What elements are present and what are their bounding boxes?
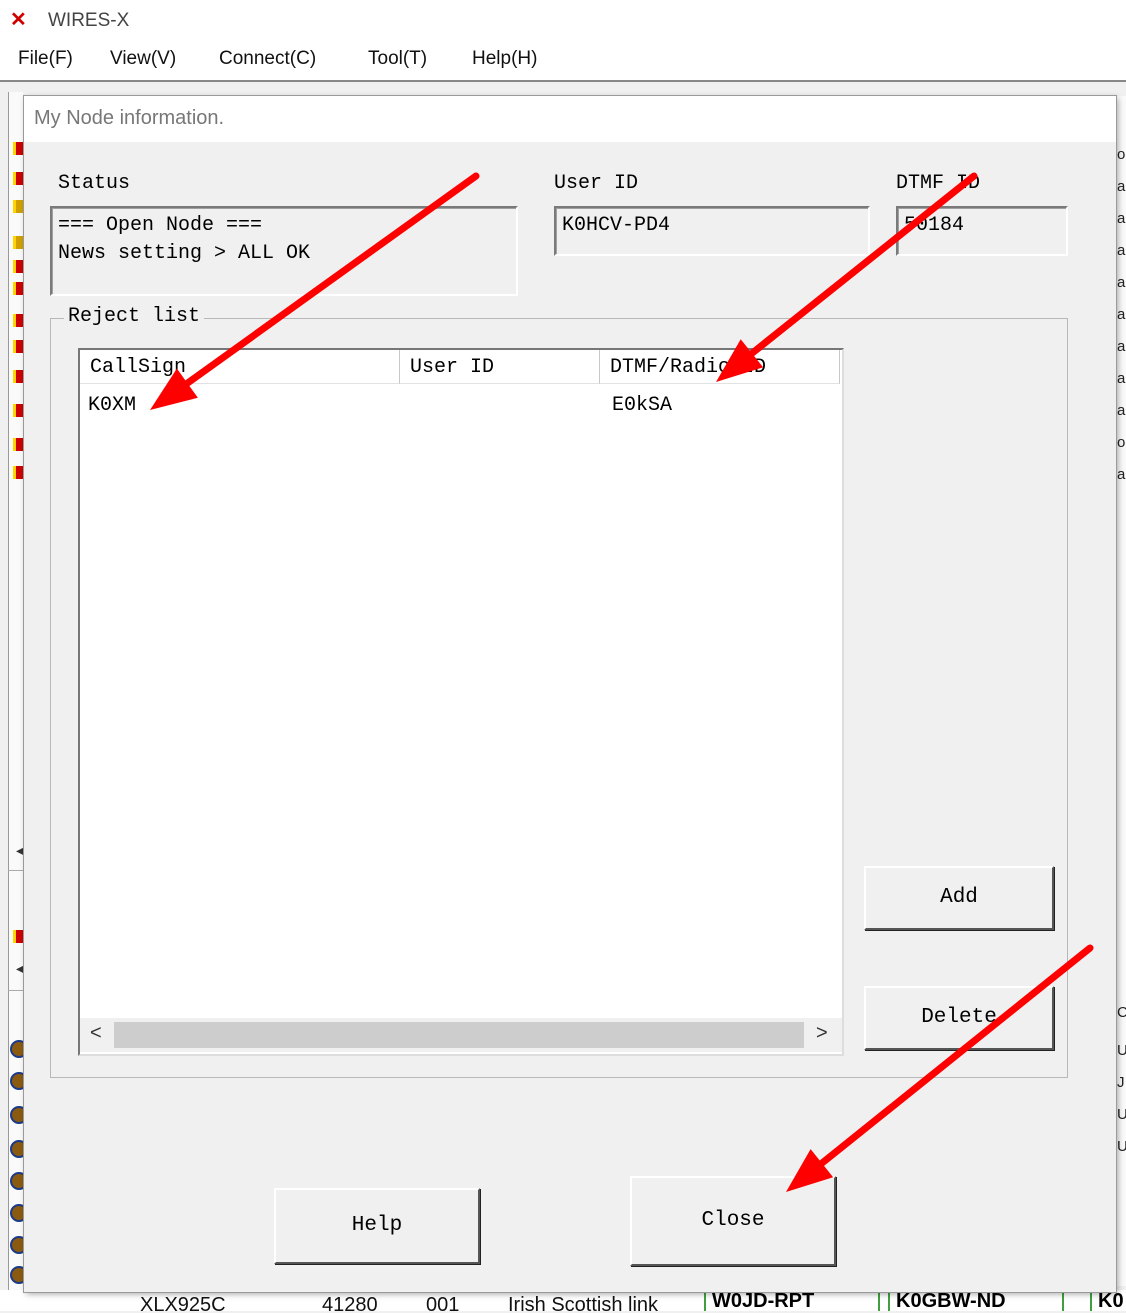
dialog-titlebar: My Node information. bbox=[24, 96, 1116, 142]
scrollbar-thumb[interactable] bbox=[114, 1022, 804, 1048]
menu-file[interactable]: File(F) bbox=[18, 48, 73, 70]
menu-tool[interactable]: Tool(T) bbox=[368, 48, 427, 70]
dialog-title: My Node information. bbox=[34, 107, 225, 129]
cell-dtmf: E0kSA bbox=[612, 394, 673, 417]
background-text: a bbox=[1117, 210, 1126, 227]
node-box: K0GBW-ND bbox=[888, 1290, 1064, 1311]
cell-callsign: K0XM bbox=[88, 394, 137, 417]
my-node-information-dialog: My Node information. Status === Open Nod… bbox=[24, 96, 1116, 1292]
background-text: o bbox=[1117, 434, 1126, 451]
background-text: a bbox=[1117, 466, 1126, 483]
help-button[interactable]: Help bbox=[274, 1188, 480, 1264]
background-text: U bbox=[1117, 1042, 1126, 1059]
background-text: C bbox=[1117, 1004, 1126, 1021]
dtmf-id-value: 50184 bbox=[904, 214, 965, 237]
background-list-strip bbox=[8, 92, 23, 1311]
background-text: a bbox=[1117, 178, 1126, 195]
room-name: XLX925C bbox=[140, 1294, 226, 1311]
room-id: 41280 bbox=[322, 1294, 378, 1311]
background-text: a bbox=[1117, 242, 1126, 259]
user-id-field: K0HCV-PD4 bbox=[554, 206, 870, 256]
user-id-value: K0HCV-PD4 bbox=[562, 214, 671, 237]
dtmf-id-label: DTMF ID bbox=[896, 172, 981, 195]
room-count: 001 bbox=[426, 1294, 460, 1311]
background-text: o bbox=[1117, 146, 1126, 163]
status-line-1: === Open Node === bbox=[58, 214, 263, 237]
background-text: a bbox=[1117, 402, 1126, 419]
menu-help[interactable]: Help(H) bbox=[472, 48, 537, 70]
background-text: U bbox=[1117, 1138, 1126, 1155]
column-header-dtmf-radio-id[interactable]: DTMF/Radio ID bbox=[600, 350, 840, 384]
background-room-row: XLX925C 41280 001 Irish Scottish link W0… bbox=[0, 1290, 1126, 1311]
menu-connect[interactable]: Connect(C) bbox=[219, 48, 316, 70]
background-text: a bbox=[1117, 306, 1126, 323]
background-text: J bbox=[1117, 1074, 1125, 1091]
reject-list-label: Reject list bbox=[64, 305, 205, 328]
room-comment: Irish Scottish link bbox=[508, 1294, 659, 1311]
scroll-left-icon[interactable]: ◂ bbox=[16, 960, 23, 977]
background-text: a bbox=[1117, 274, 1126, 291]
add-button[interactable]: Add bbox=[864, 866, 1054, 930]
background-text: a bbox=[1117, 370, 1126, 387]
column-header-user-id[interactable]: User ID bbox=[400, 350, 600, 384]
menu-view[interactable]: View(V) bbox=[110, 48, 176, 70]
reject-list-table[interactable]: CallSign User ID DTMF/Radio ID K0XM E0kS… bbox=[78, 348, 844, 1056]
column-header-callsign[interactable]: CallSign bbox=[80, 350, 400, 384]
node-box: K0 bbox=[1090, 1290, 1126, 1311]
background-text: U bbox=[1117, 1106, 1126, 1123]
dtmf-id-field: 50184 bbox=[896, 206, 1068, 256]
close-button[interactable]: Close bbox=[630, 1176, 836, 1266]
scroll-left-arrow-icon[interactable]: < bbox=[90, 1022, 102, 1045]
x-logo-icon: ✕ bbox=[10, 9, 27, 31]
status-label: Status bbox=[58, 172, 131, 195]
status-box: === Open Node === News setting > ALL OK bbox=[50, 206, 518, 296]
background-text: a bbox=[1117, 338, 1126, 355]
status-line-2: News setting > ALL OK bbox=[58, 242, 311, 265]
node-box: W0JD-RPT bbox=[704, 1290, 880, 1311]
user-id-label: User ID bbox=[554, 172, 639, 195]
app-titlebar: ✕ WIRES-X bbox=[0, 0, 1126, 42]
scroll-right-arrow-icon[interactable]: > bbox=[816, 1022, 828, 1045]
menu-bar: File(F) View(V) Connect(C) Tool(T) Help(… bbox=[0, 42, 1126, 80]
scroll-left-icon[interactable]: ◂ bbox=[16, 842, 23, 859]
app-title: WIRES-X bbox=[48, 10, 130, 31]
horizontal-scrollbar[interactable]: < > bbox=[80, 1018, 842, 1052]
delete-button[interactable]: Delete bbox=[864, 986, 1054, 1050]
